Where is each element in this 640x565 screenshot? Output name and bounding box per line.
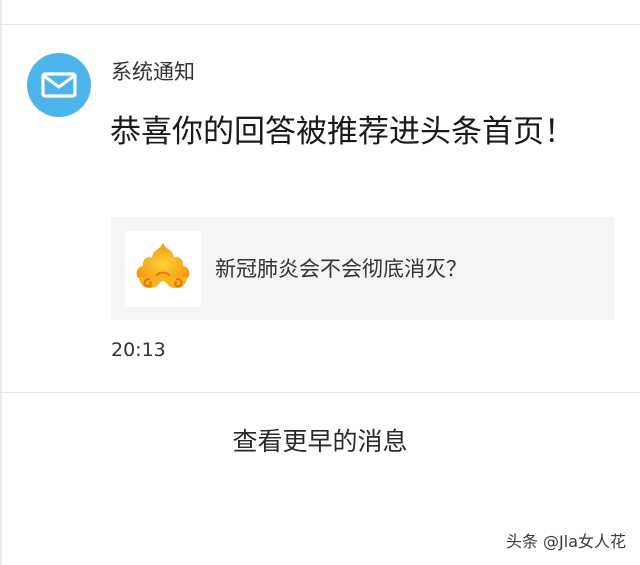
article-title: 新冠肺炎会不会彻底消灭？ bbox=[215, 257, 467, 281]
section-divider bbox=[0, 392, 640, 393]
watermark: 头条 @Jla女人花 bbox=[505, 532, 626, 551]
top-divider bbox=[0, 24, 640, 25]
left-edge-divider bbox=[0, 0, 2, 565]
view-earlier-messages-button[interactable]: 查看更早的消息 bbox=[0, 422, 640, 462]
golden-cloud-logo-icon bbox=[136, 243, 190, 289]
mail-icon bbox=[27, 53, 91, 117]
system-notification-avatar bbox=[27, 53, 91, 117]
sender-name: 系统通知 bbox=[111, 60, 195, 84]
linked-article-card[interactable]: 新冠肺炎会不会彻底消灭？ bbox=[111, 217, 614, 320]
notification-title: 恭喜你的回答被推荐进头条首页！ bbox=[110, 114, 575, 150]
notification-timestamp: 20:13 bbox=[111, 339, 166, 361]
article-thumbnail bbox=[125, 231, 201, 307]
